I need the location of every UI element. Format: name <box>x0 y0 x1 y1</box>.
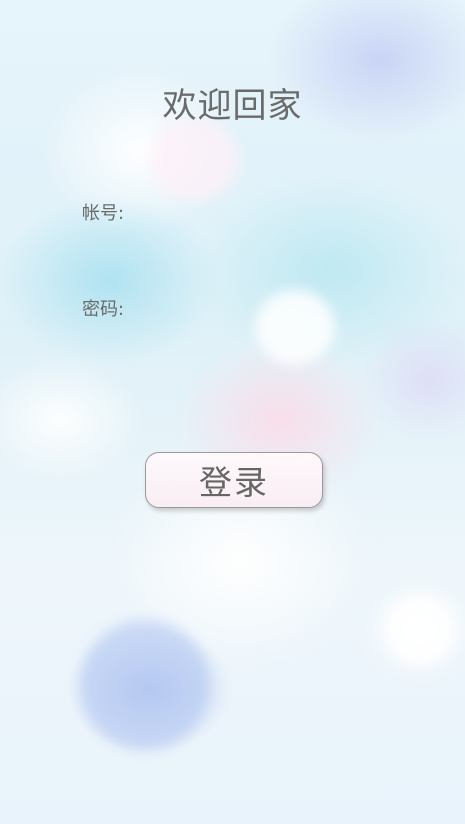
background-blossom <box>385 595 455 665</box>
username-label: 帐号: <box>82 203 125 224</box>
login-page: { "header": { "title": "欢迎回家" }, "form":… <box>0 0 465 824</box>
username-field: 帐号: <box>82 199 382 225</box>
page-title: 欢迎回家 <box>162 86 303 126</box>
password-label: 密码: <box>82 299 125 320</box>
background-blossom <box>80 620 210 750</box>
password-field: 密码: <box>82 295 382 321</box>
background-blossom <box>150 120 240 200</box>
username-input[interactable] <box>128 199 382 225</box>
login-button[interactable]: 登录 <box>145 452 323 508</box>
password-input[interactable] <box>128 295 382 321</box>
